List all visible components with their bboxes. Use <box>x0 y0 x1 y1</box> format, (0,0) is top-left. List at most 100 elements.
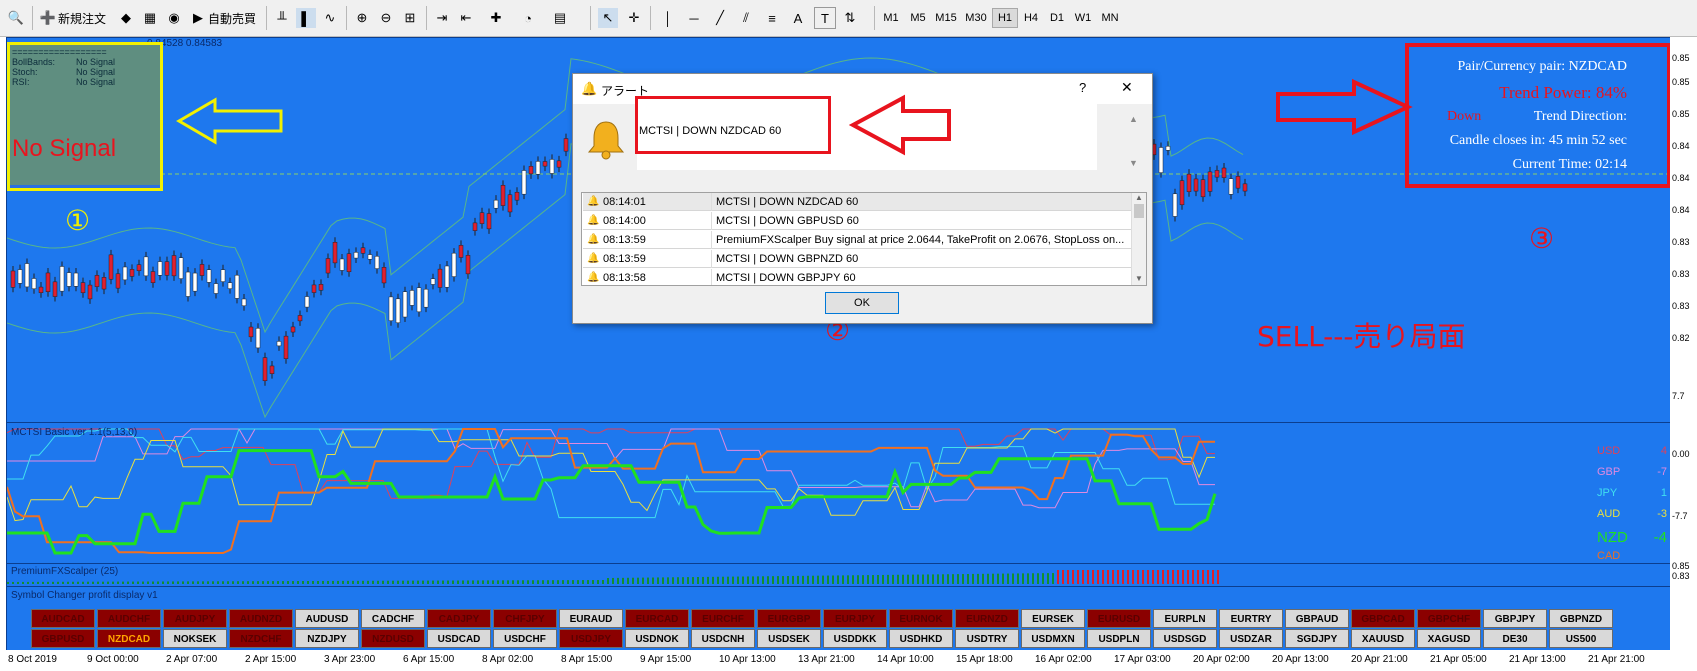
symbol-button-gbpcad[interactable]: GBPCAD <box>1351 609 1415 628</box>
symbol-button-audjpy[interactable]: AUDJPY <box>163 609 227 628</box>
symbol-button-audusd[interactable]: AUDUSD <box>295 609 359 628</box>
navigator-icon[interactable]: ▦ <box>140 6 160 30</box>
time-label: 17 Apr 03:00 <box>1114 654 1171 665</box>
symbol-button-nzdusd[interactable]: NZDUSD <box>361 629 425 648</box>
symbol-button-eursek[interactable]: EURSEK <box>1021 609 1085 628</box>
templates-icon[interactable]: ▤ <box>550 6 570 30</box>
alert-list-item[interactable]: 🔔 08:13:59 PremiumFXScalper Buy signal at … <box>583 231 1131 249</box>
market-watch-icon[interactable]: ◆ <box>116 6 136 30</box>
chart-window-icon[interactable]: 🔍 <box>6 6 26 30</box>
tf-m1[interactable]: M1 <box>880 9 902 27</box>
help-button[interactable]: ? <box>1079 80 1086 95</box>
chart-shift-icon[interactable]: ⇤ <box>456 6 476 30</box>
tf-w1[interactable]: W1 <box>1072 9 1094 27</box>
crosshair-icon[interactable]: ✛ <box>624 6 644 30</box>
trendline-icon[interactable]: ╱ <box>710 6 730 30</box>
symbol-button-xagusd[interactable]: XAGUSD <box>1417 629 1481 648</box>
symbol-button-usdcnh[interactable]: USDCNH <box>691 629 755 648</box>
symbol-button-usdcad[interactable]: USDCAD <box>427 629 491 648</box>
scroll-up-icon[interactable]: ▲ <box>1129 114 1138 124</box>
line-chart-icon[interactable]: ∿ <box>320 6 340 30</box>
symbol-button-gbpjpy[interactable]: GBPJPY <box>1483 609 1547 628</box>
symbol-button-eurjpy[interactable]: EURJPY <box>823 609 887 628</box>
horizontal-line-icon[interactable]: ─ <box>684 6 704 30</box>
symbol-button-usdchf[interactable]: USDCHF <box>493 629 557 648</box>
auto-trading-button[interactable]: ▶ 自動売買 <box>188 6 256 30</box>
symbol-button-chfjpy[interactable]: CHFJPY <box>493 609 557 628</box>
zoom-out-icon[interactable]: ⊖ <box>376 6 396 30</box>
symbol-button-eurusd[interactable]: EURUSD <box>1087 609 1151 628</box>
alert-list-item[interactable]: 🔔 08:14:00 MCTSI | DOWN GBPUSD 60 <box>583 212 1131 230</box>
indicators-icon[interactable]: ✚ <box>486 6 506 30</box>
alert-list-item[interactable]: 🔔 08:14:01 MCTSI | DOWN NZDCAD 60 <box>583 193 1131 211</box>
symbol-button-usdtry[interactable]: USDTRY <box>955 629 1019 648</box>
list-scrollbar[interactable]: ▲ ▼ <box>1131 193 1146 285</box>
symbol-button-de30[interactable]: DE30 <box>1483 629 1547 648</box>
arrows-icon[interactable]: ⇅ <box>840 6 860 30</box>
symbol-button-eurpln[interactable]: EURPLN <box>1153 609 1217 628</box>
symbol-button-audnzd[interactable]: AUDNZD <box>229 609 293 628</box>
symbol-button-usdhkd[interactable]: USDHKD <box>889 629 953 648</box>
scalper-indicator-panel[interactable]: PremiumFXScalper (25) <box>6 563 1671 587</box>
bar-chart-icon[interactable]: ╨ <box>272 6 292 30</box>
vertical-line-icon[interactable]: │ <box>658 6 678 30</box>
time-label: 9 Oct 00:00 <box>87 654 139 665</box>
mctsi-indicator-panel[interactable]: MCTSI Basic ver 1.1(5,13,0) USD 4 GBP -7 JPY… <box>6 422 1671 564</box>
symbol-button-gbpnzd[interactable]: GBPNZD <box>1549 609 1613 628</box>
price-label: 0.85 <box>1672 77 1690 87</box>
symbol-button-noksek[interactable]: NOKSEK <box>163 629 227 648</box>
symbol-button-gbpchf[interactable]: GBPCHF <box>1417 609 1481 628</box>
symbol-button-sgdjpy[interactable]: SGDJPY <box>1285 629 1349 648</box>
close-button[interactable]: ✕ <box>1121 79 1133 96</box>
symbol-button-cadchf[interactable]: CADCHF <box>361 609 425 628</box>
scroll-down-icon[interactable]: ▼ <box>1129 158 1138 168</box>
tf-h4[interactable]: H4 <box>1020 9 1042 27</box>
symbol-button-usdjpy[interactable]: USDJPY <box>559 629 623 648</box>
symbol-button-usdmxn[interactable]: USDMXN <box>1021 629 1085 648</box>
symbol-button-audcad[interactable]: AUDCAD <box>31 609 95 628</box>
channel-icon[interactable]: ⫽ <box>736 6 756 30</box>
symbol-button-cadjpy[interactable]: CADJPY <box>427 609 491 628</box>
tile-windows-icon[interactable]: ⊞ <box>400 6 420 30</box>
symbol-button-usdpln[interactable]: USDPLN <box>1087 629 1151 648</box>
candlestick-icon[interactable]: ▌ <box>296 6 316 30</box>
autoscroll-icon[interactable]: ⇥ <box>432 6 452 30</box>
symbol-button-eurcad[interactable]: EURCAD <box>625 609 689 628</box>
fibonacci-icon[interactable]: ≡ <box>762 6 782 30</box>
new-order-button[interactable]: ➕ 新規注文 <box>38 6 106 30</box>
symbol-button-eurchf[interactable]: EURCHF <box>691 609 755 628</box>
symbol-button-audchf[interactable]: AUDCHF <box>97 609 161 628</box>
symbol-button-eurnzd[interactable]: EURNZD <box>955 609 1019 628</box>
tf-m30[interactable]: M30 <box>962 9 990 27</box>
symbol-button-us500[interactable]: US500 <box>1549 629 1613 648</box>
tf-d1[interactable]: D1 <box>1046 9 1068 27</box>
cursor-icon[interactable]: ↖ <box>598 6 618 30</box>
symbol-button-nzdcad[interactable]: NZDCAD <box>97 629 161 648</box>
signals-icon[interactable]: ◉ <box>164 6 184 30</box>
tf-h1[interactable]: H1 <box>992 8 1018 28</box>
symbol-button-usdsek[interactable]: USDSEK <box>757 629 821 648</box>
symbol-button-eurgbp[interactable]: EURGBP <box>757 609 821 628</box>
symbol-button-usdsgd[interactable]: USDSGD <box>1153 629 1217 648</box>
text-tool-icon[interactable]: A <box>788 6 808 30</box>
zoom-in-icon[interactable]: ⊕ <box>352 6 372 30</box>
symbol-button-eurnok[interactable]: EURNOK <box>889 609 953 628</box>
tf-mn[interactable]: MN <box>1098 9 1122 27</box>
symbol-button-usdzar[interactable]: USDZAR <box>1219 629 1283 648</box>
symbol-button-gbpaud[interactable]: GBPAUD <box>1285 609 1349 628</box>
periods-icon[interactable]: ◔ <box>518 6 538 30</box>
text-label-icon[interactable]: T <box>814 6 836 30</box>
symbol-button-euraud[interactable]: EURAUD <box>559 609 623 628</box>
alert-list-item[interactable]: 🔔 08:13:59 MCTSI | DOWN GBPNZD 60 <box>583 250 1131 268</box>
symbol-button-xauusd[interactable]: XAUUSD <box>1351 629 1415 648</box>
symbol-button-eurtry[interactable]: EURTRY <box>1219 609 1283 628</box>
symbol-button-nzdjpy[interactable]: NZDJPY <box>295 629 359 648</box>
ok-button[interactable]: OK <box>825 292 899 314</box>
tf-m5[interactable]: M5 <box>906 9 930 27</box>
tf-m15[interactable]: M15 <box>932 9 960 27</box>
symbol-button-usddkk[interactable]: USDDKK <box>823 629 887 648</box>
alert-list-item[interactable]: 🔔 08:13:58 MCTSI | DOWN GBPJPY 60 <box>583 269 1131 285</box>
symbol-button-usdnok[interactable]: USDNOK <box>625 629 689 648</box>
symbol-button-nzdchf[interactable]: NZDCHF <box>229 629 293 648</box>
symbol-button-gbpusd[interactable]: GBPUSD <box>31 629 95 648</box>
